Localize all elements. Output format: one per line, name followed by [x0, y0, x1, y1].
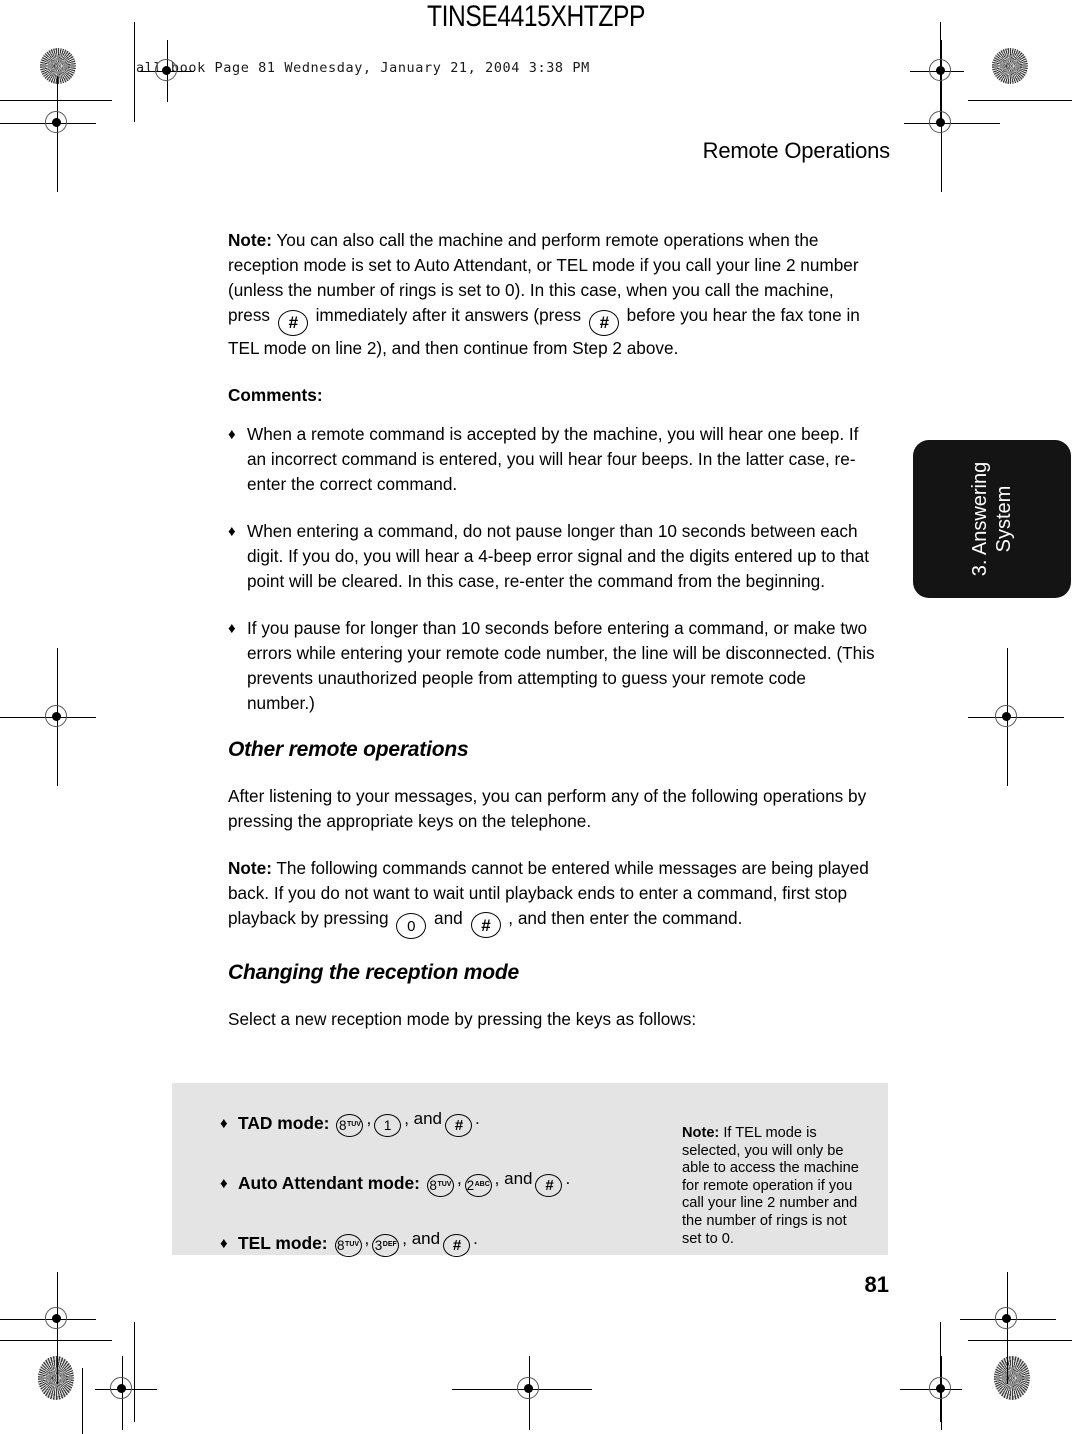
registration-mark-top-inner-left: [140, 40, 194, 102]
list-item-tad-mode: ♦ TAD mode: 8 TUV, 1, and #.: [220, 1093, 670, 1153]
key-sequence-end: .: [565, 1168, 571, 1188]
comments-heading: Comments:: [228, 384, 323, 405]
key-8-icon: 8 TUV: [336, 1114, 364, 1138]
key-hash-icon: #: [443, 1233, 471, 1257]
trim-rule-top-right: [968, 100, 1072, 101]
note-paragraph-1: Note: You can also call the machine and …: [228, 228, 876, 361]
key-sequence-auto-attendant: 8 TUV, 2 ABC, and #.: [424, 1168, 571, 1198]
key-separator-2: , and: [404, 1108, 442, 1128]
key-hash-icon-1: #: [277, 309, 308, 336]
file-stamp-label: all.book Page 81 Wednesday, January 21, …: [136, 60, 590, 76]
registration-mark-bottom-inner-left: [95, 1356, 157, 1430]
section-paragraph-changing-reception-mode: Select a new reception mode by pressing …: [228, 1009, 697, 1029]
note-text-1b: immediately after it answers (press: [310, 305, 586, 325]
key-2-icon: 2 ABC: [464, 1174, 492, 1198]
diamond-bullet-icon: ♦: [220, 1174, 228, 1192]
rosette-mark-bottom-right: [994, 1356, 1030, 1400]
registration-mark-top-right: [904, 76, 1000, 192]
list-item-text: When entering a command, do not pause lo…: [247, 520, 869, 591]
key-separator-1: ,: [366, 1108, 372, 1128]
registration-mark-bottom-center: [452, 1356, 592, 1430]
key-hash-icon-3: #: [470, 912, 501, 938]
registration-mark-middle-left: [0, 648, 96, 786]
registration-mark-bottom-inner-right: [900, 1356, 962, 1430]
list-item: ♦ If you pause for longer than 10 second…: [228, 616, 876, 716]
key-separator-2: , and: [494, 1168, 533, 1188]
registration-mark-top-inner-right: [910, 40, 964, 102]
trim-rule-left-lower: [82, 1368, 83, 1434]
list-item-text: If you pause for longer than 10 seconds …: [247, 617, 875, 713]
mode-label-tel: TEL mode:: [238, 1232, 328, 1253]
registration-mark-bottom-left: [0, 1272, 96, 1384]
reception-mode-list: ♦ TAD mode: 8 TUV, 1, and #. ♦ Auto Attenda…: [220, 1093, 670, 1273]
note-paragraph-2: Note: The following commands cannot be e…: [228, 856, 876, 939]
page-number: 81: [864, 1272, 889, 1297]
diamond-bullet-icon: ♦: [220, 1114, 228, 1132]
list-item: ♦ When a remote command is accepted by t…: [228, 422, 876, 497]
key-1-icon: 1: [374, 1114, 402, 1138]
plate-code-label: TINSE4415XHTZPP: [426, 0, 646, 33]
key-8-icon: 8 TUV: [426, 1174, 454, 1198]
note-text-2c: , and then enter the command.: [503, 907, 743, 928]
key-hash-icon: #: [535, 1173, 563, 1197]
mode-label-tad: TAD mode:: [238, 1112, 330, 1133]
rosette-mark-top-right: [992, 48, 1028, 84]
diamond-bullet-icon: ♦: [220, 1234, 228, 1252]
registration-mark-middle-right: [968, 648, 1064, 786]
reception-mode-callout-box: ♦ TAD mode: 8 TUV, 1, and #. ♦ Auto Attenda…: [172, 1083, 888, 1258]
diamond-bullet-icon: ♦: [228, 522, 236, 540]
note-label-2: Note:: [228, 857, 272, 878]
key-separator-1: ,: [456, 1168, 462, 1188]
trim-rule-left-vertical: [134, 22, 135, 122]
key-3-icon: 3 DEF: [372, 1234, 400, 1258]
key-sequence-end: .: [473, 1228, 478, 1248]
diamond-bullet-icon: ♦: [228, 619, 236, 637]
trim-rule-bottom-right: [968, 1340, 1072, 1341]
list-item: ♦ When entering a command, do not pause …: [228, 519, 876, 594]
note-label-1: Note:: [228, 230, 272, 250]
key-zero-icon: 0: [396, 913, 427, 939]
chapter-side-tab: 3. Answering System: [913, 440, 1071, 598]
callout-note-text: If TEL mode is selected, you will only b…: [682, 1125, 859, 1247]
registration-mark-top-left: [0, 76, 96, 192]
chapter-side-tab-label: 3. Answering System: [969, 461, 1015, 577]
callout-note-label: Note:: [682, 1125, 720, 1141]
key-separator-2: , and: [402, 1228, 441, 1248]
section-heading-changing-reception-mode: Changing the reception mode: [228, 961, 519, 984]
key-sequence-end: .: [475, 1108, 480, 1128]
key-hash-icon: #: [445, 1113, 472, 1137]
section-paragraph-other-remote-operations: After listening to your messages, you ca…: [228, 785, 867, 831]
key-sequence-tad: 8 TUV, 1, and #.: [333, 1108, 480, 1138]
rosette-mark-top-left: [40, 48, 76, 84]
callout-side-note: Note: If TEL mode is selected, you will …: [682, 1125, 870, 1248]
list-item-tel-mode: ♦ TEL mode: 8 TUV, 3 DEF, and #.: [220, 1213, 670, 1273]
list-item-auto-attendant-mode: ♦ Auto Attendant mode: 8 TUV, 2 ABC, and #.: [220, 1153, 670, 1213]
key-separator-1: ,: [364, 1228, 370, 1248]
key-8-icon: 8 TUV: [334, 1234, 362, 1258]
registration-mark-bottom-right: [960, 1272, 1056, 1384]
key-sequence-tel: 8 TUV, 3 DEF, and #.: [332, 1228, 478, 1258]
key-hash-icon-2: #: [588, 309, 619, 336]
section-heading-other-remote-operations: Other remote operations: [228, 737, 469, 761]
running-head: Remote Operations: [702, 138, 891, 163]
mode-label-auto-attendant: Auto Attendant mode:: [238, 1172, 420, 1193]
diamond-bullet-icon: ♦: [228, 425, 236, 443]
list-item-text: When a remote command is accepted by the…: [247, 423, 859, 494]
comments-bullet-list: ♦ When a remote command is accepted by t…: [228, 422, 876, 716]
note-text-2b: and: [429, 907, 468, 928]
page-content: Note: You can also call the machine and …: [228, 228, 876, 1032]
